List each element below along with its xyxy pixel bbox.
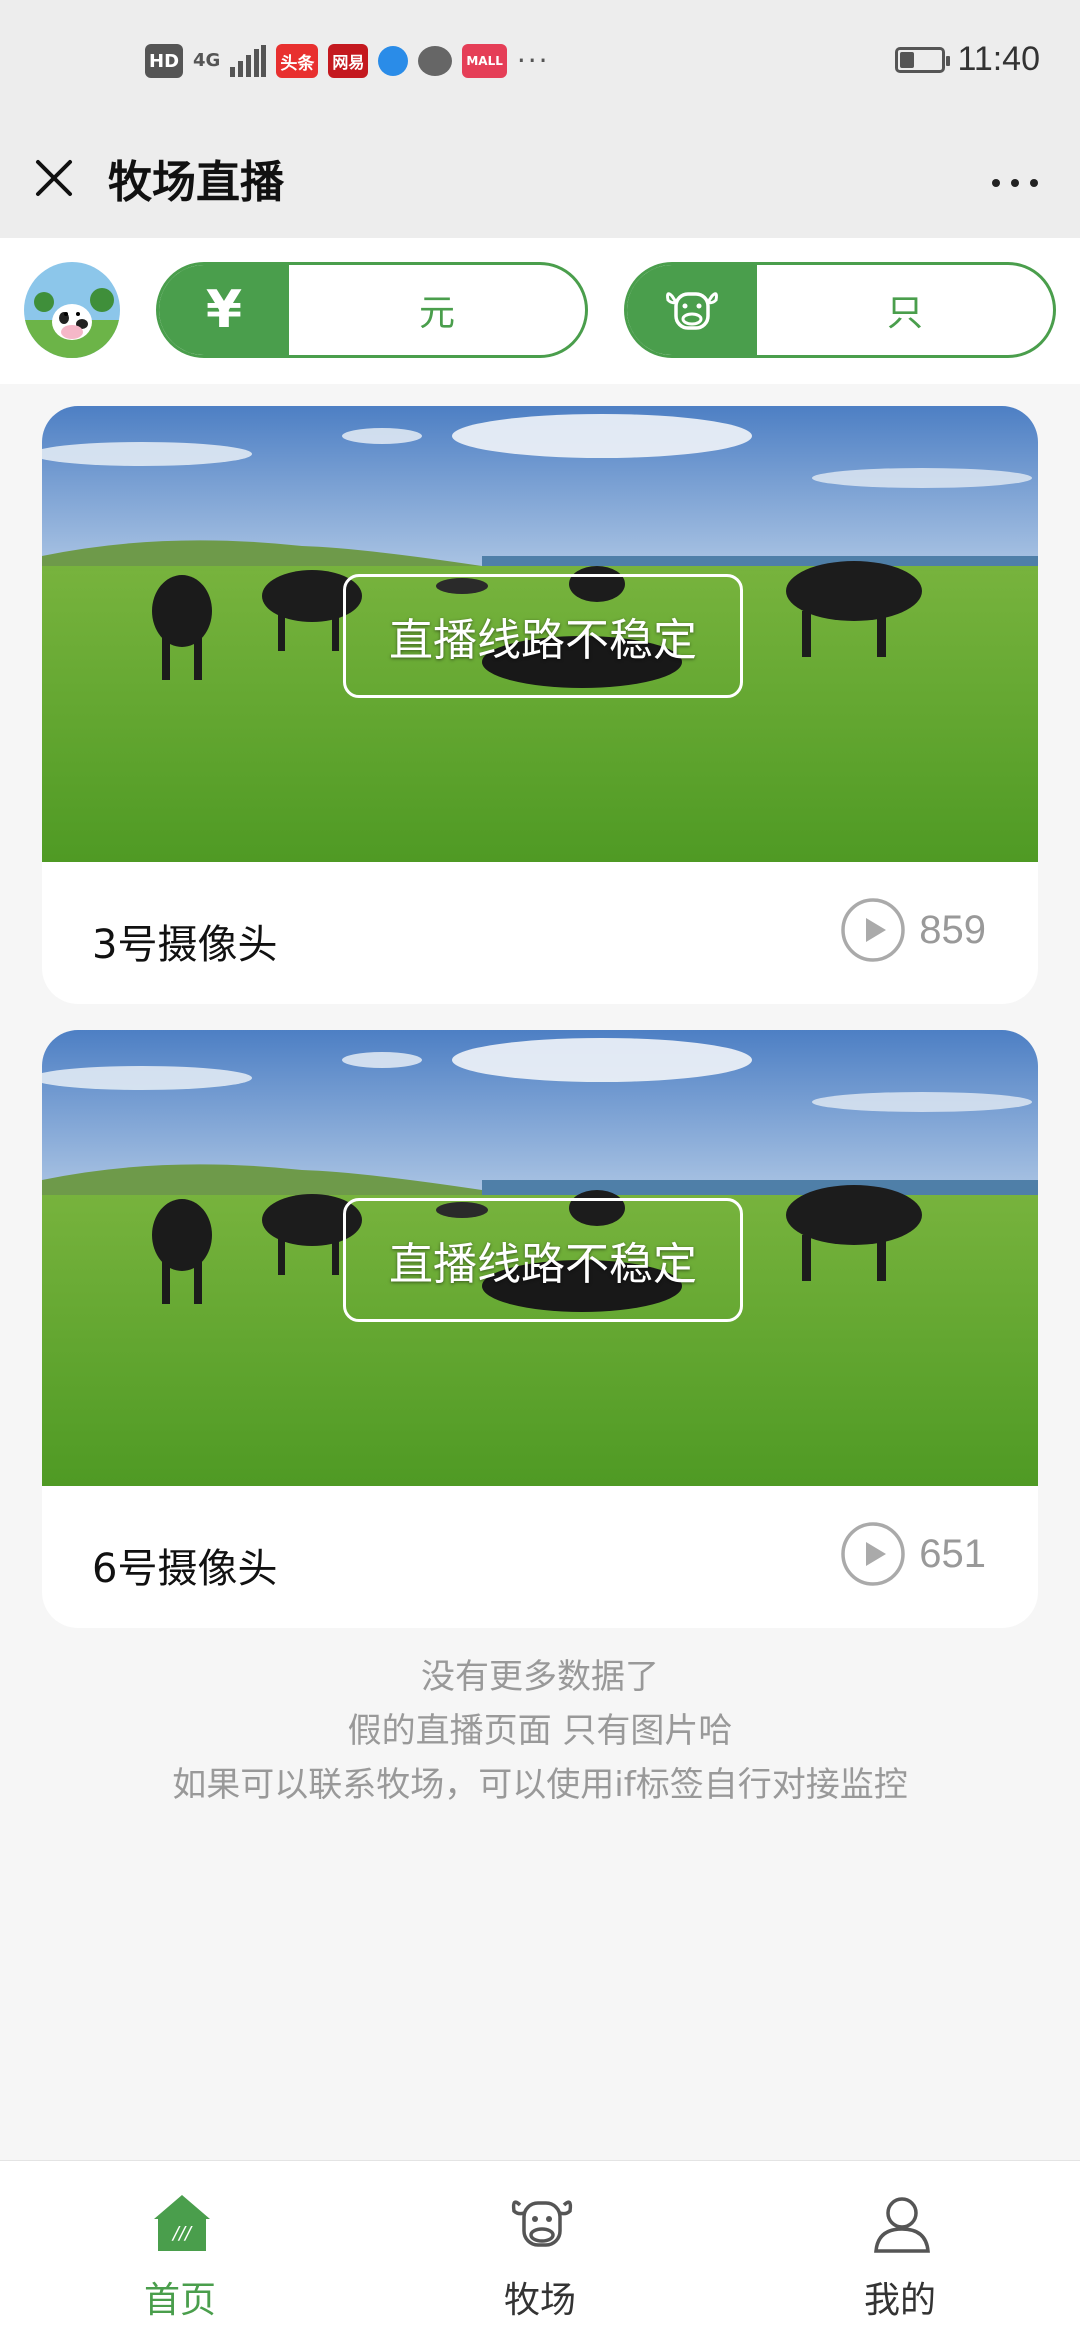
money-pill[interactable]: ¥ 元 xyxy=(156,262,588,358)
yen-icon: ¥ xyxy=(159,265,289,355)
cow-icon xyxy=(627,265,757,355)
stats-bar: ¥ 元 只 xyxy=(0,238,1080,384)
page-title: 牧场直播 xyxy=(108,157,284,208)
stream-unstable-label: 直播线路不稳定 xyxy=(343,1198,743,1322)
money-value: 元 xyxy=(418,293,455,334)
status-icons: HD 4G 头条 网易 MALL ··· xyxy=(145,44,550,78)
signal-icon xyxy=(230,45,267,77)
camera-name: 3号摄像头 xyxy=(92,922,278,968)
close-icon[interactable] xyxy=(28,152,80,204)
network-label: 4G xyxy=(193,50,221,71)
fake-live-note: 假的直播页面 只有图片哈 xyxy=(347,1711,733,1751)
cow-count-value: 只 xyxy=(886,293,923,334)
browser-app-icon xyxy=(378,46,409,76)
netease-app-icon: 网易 xyxy=(328,44,369,78)
integration-hint: 如果可以联系牧场，可以使用if标签自行对接监控 xyxy=(172,1765,908,1805)
hd-icon: HD xyxy=(145,44,184,78)
tab-farm[interactable]: 牧场 xyxy=(360,2161,720,2341)
tab-bar: /// 首页 牧场 我的 xyxy=(0,2160,1080,2341)
tab-mine-label: 我的 xyxy=(863,2280,936,2321)
tab-farm-label: 牧场 xyxy=(503,2280,576,2321)
no-more-data-text: 没有更多数据了 xyxy=(421,1657,659,1697)
view-count-group: 651 xyxy=(839,1520,986,1588)
avatar[interactable] xyxy=(24,262,120,358)
footer-notes: 没有更多数据了 假的直播页面 只有图片哈 如果可以联系牧场，可以使用if标签自行… xyxy=(0,1650,1080,1812)
navigation-bar: 牧场直播 xyxy=(0,130,1080,238)
toutiao-app-icon: 头条 xyxy=(276,44,319,78)
view-count-group: 859 xyxy=(839,896,986,964)
mall-app-icon: MALL xyxy=(462,44,507,78)
play-icon[interactable] xyxy=(839,896,907,964)
view-count: 651 xyxy=(919,1531,986,1576)
battery-icon xyxy=(895,46,951,73)
more-menu-icon[interactable] xyxy=(980,168,1050,198)
user-icon xyxy=(874,2197,930,2253)
camera-card[interactable]: 直播线路不稳定 3号摄像头 859 xyxy=(42,406,1038,1004)
svg-text:///: /// xyxy=(171,2223,193,2244)
cow-avatar-image xyxy=(24,262,120,358)
tab-home[interactable]: /// 首页 xyxy=(0,2161,360,2341)
tab-home-label: 首页 xyxy=(143,2280,216,2321)
status-bar: HD 4G 头条 网易 MALL ··· 11:40 xyxy=(0,0,1080,130)
cow-icon xyxy=(511,2200,573,2247)
view-count: 859 xyxy=(919,907,986,952)
play-icon[interactable] xyxy=(839,1520,907,1588)
camera-card[interactable]: 直播线路不稳定 6号摄像头 651 xyxy=(42,1030,1038,1628)
battery-level xyxy=(900,51,915,68)
chat-app-icon xyxy=(418,46,453,76)
cow-count-pill[interactable]: 只 xyxy=(624,262,1056,358)
camera-name: 6号摄像头 xyxy=(92,1546,278,1592)
tab-mine[interactable]: 我的 xyxy=(720,2161,1080,2341)
clock: 11:40 xyxy=(957,40,1040,78)
more-notifications-icon: ··· xyxy=(516,44,550,77)
home-icon: /// xyxy=(154,2195,210,2251)
stream-unstable-label: 直播线路不稳定 xyxy=(343,574,743,698)
